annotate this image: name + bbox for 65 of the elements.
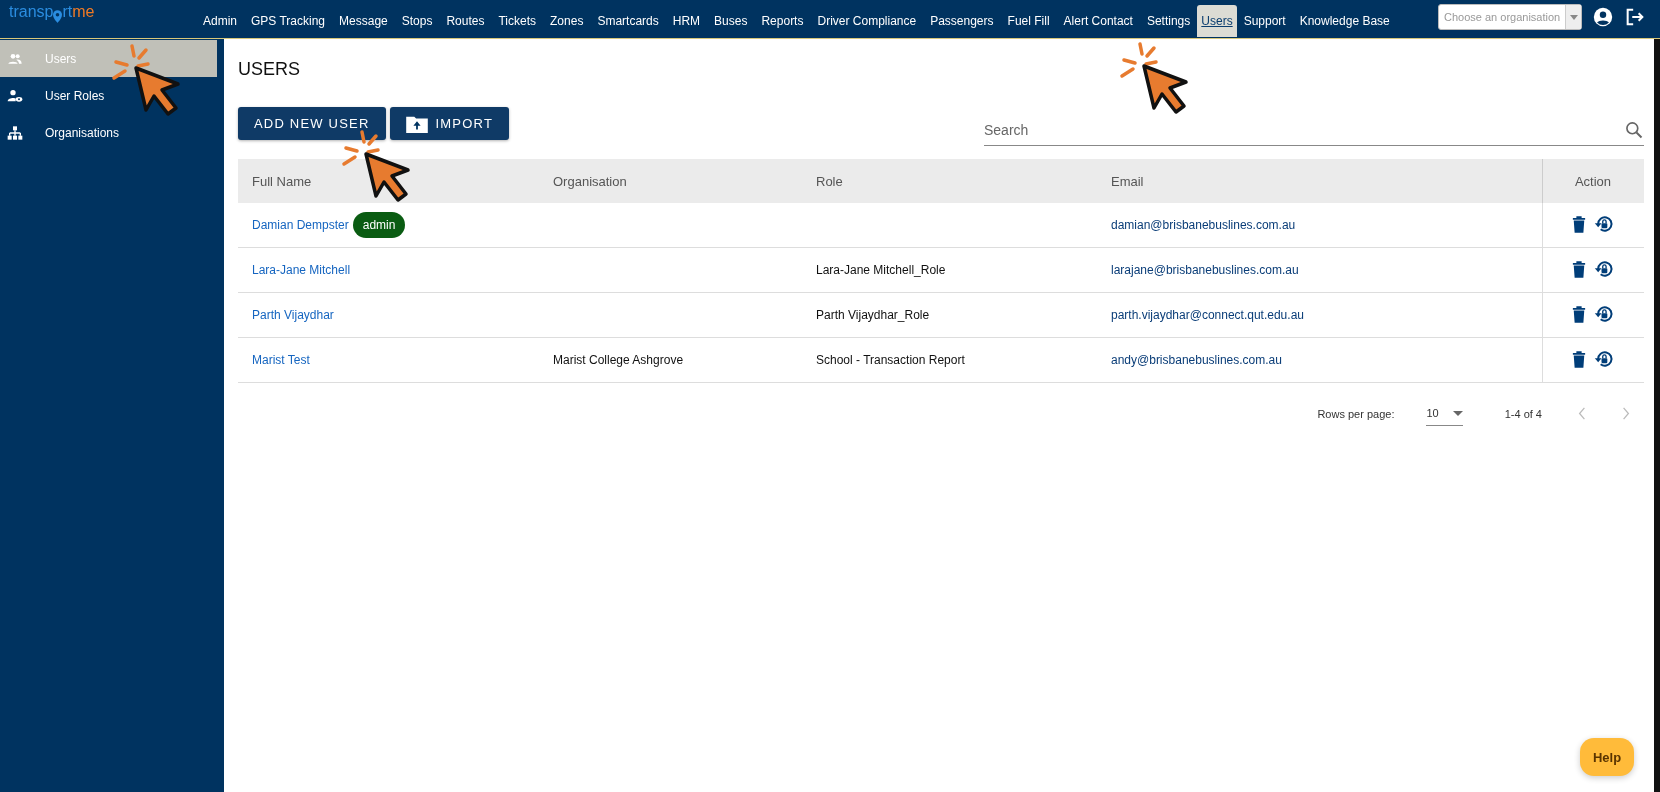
table-cell: Marist College Ashgrove [553, 353, 684, 367]
email-link[interactable]: parth.vijaydhar@connect.qut.edu.au [1111, 308, 1304, 322]
nav-link[interactable]: HRM [665, 5, 708, 37]
trash-icon[interactable] [1572, 350, 1586, 368]
nav-link[interactable]: Settings [1139, 5, 1198, 37]
user-name-link[interactable]: Lara-Jane Mitchell [252, 263, 351, 277]
table-cell: School - Transaction Report [816, 353, 965, 367]
column-header: Organisation [539, 159, 802, 203]
lock-reset-icon[interactable] [1594, 349, 1614, 369]
column-header: Action [1542, 159, 1644, 203]
nav-link[interactable]: Buses [707, 5, 755, 37]
table-cell: Lara-Jane Mitchell_Role [816, 263, 946, 277]
nav-link[interactable]: Message [332, 5, 395, 37]
caret-icon [1569, 14, 1578, 20]
search-field[interactable]: Search [984, 122, 1624, 138]
account-icon[interactable] [1592, 6, 1614, 28]
trash-icon[interactable] [1572, 260, 1586, 278]
user-name-link[interactable]: Damian Dempster [252, 218, 349, 232]
sidebar-item[interactable]: User Roles [0, 77, 224, 114]
nav-link[interactable]: Fuel Fill [1000, 5, 1057, 37]
lock-reset-icon[interactable] [1594, 304, 1614, 324]
lock-reset-icon[interactable] [1594, 259, 1614, 279]
email-link[interactable]: larajane@brisbanebuslines.com.au [1111, 263, 1299, 277]
nav-link[interactable]: Smartcards [590, 5, 666, 37]
email-link[interactable]: andy@brisbanebuslines.com.au [1111, 353, 1282, 367]
nav-link[interactable]: Tickets [491, 5, 544, 37]
nav-link[interactable]: Passengers [923, 5, 1001, 37]
nav-link[interactable]: Zones [543, 5, 591, 37]
nav-link[interactable]: Driver Compliance [810, 5, 924, 37]
role-badge: admin [352, 212, 406, 238]
hierarchy-icon [7, 124, 23, 141]
nav-link[interactable]: Support [1236, 5, 1293, 37]
nav-link[interactable]: Admin [196, 5, 244, 37]
column-header: Email [1097, 159, 1543, 203]
person-eye-icon [7, 87, 23, 104]
map-pin-icon [53, 9, 63, 23]
nav-link[interactable]: Routes [439, 5, 492, 37]
rows-per-page-label: Rows per page: [1317, 407, 1395, 420]
caret-icon [1452, 410, 1463, 416]
import-button[interactable]: IMPORT [389, 107, 510, 140]
nav-link[interactable]: Stops [394, 5, 440, 37]
table-cell: Parth Vijaydhar_Role [816, 308, 930, 322]
nav-link[interactable]: Reports [754, 5, 811, 37]
user-name-link[interactable]: Marist Test [252, 353, 310, 367]
nav-link[interactable]: Knowledge Base [1292, 5, 1397, 37]
page-title: USERS [238, 59, 301, 80]
help-button[interactable]: Help [1580, 738, 1634, 776]
sidebar-item[interactable]: Organisations [0, 114, 224, 151]
folder-upload-icon [405, 114, 428, 133]
trash-icon[interactable] [1572, 305, 1586, 323]
logo[interactable]: transp rtme [0, 1, 196, 23]
nav-link[interactable]: Alert Contact [1056, 5, 1140, 37]
logout-icon[interactable] [1624, 6, 1646, 28]
rows-per-page-select[interactable]: 10 [1426, 401, 1463, 426]
search-icon [1624, 120, 1644, 140]
nav-link[interactable]: GPS Tracking [244, 5, 333, 37]
lock-reset-icon[interactable] [1594, 214, 1614, 234]
email-link[interactable]: damian@brisbanebuslines.com.au [1111, 218, 1296, 232]
trash-icon[interactable] [1572, 215, 1586, 233]
user-name-link[interactable]: Parth Vijaydhar [252, 308, 334, 322]
page-range: 1-4 of 4 [1504, 407, 1542, 420]
column-header: Full Name [238, 159, 539, 203]
column-header: Role [802, 159, 1097, 203]
add-user-button[interactable]: ADD NEW USER [238, 107, 386, 140]
nav-link[interactable]: Users [1197, 5, 1237, 37]
